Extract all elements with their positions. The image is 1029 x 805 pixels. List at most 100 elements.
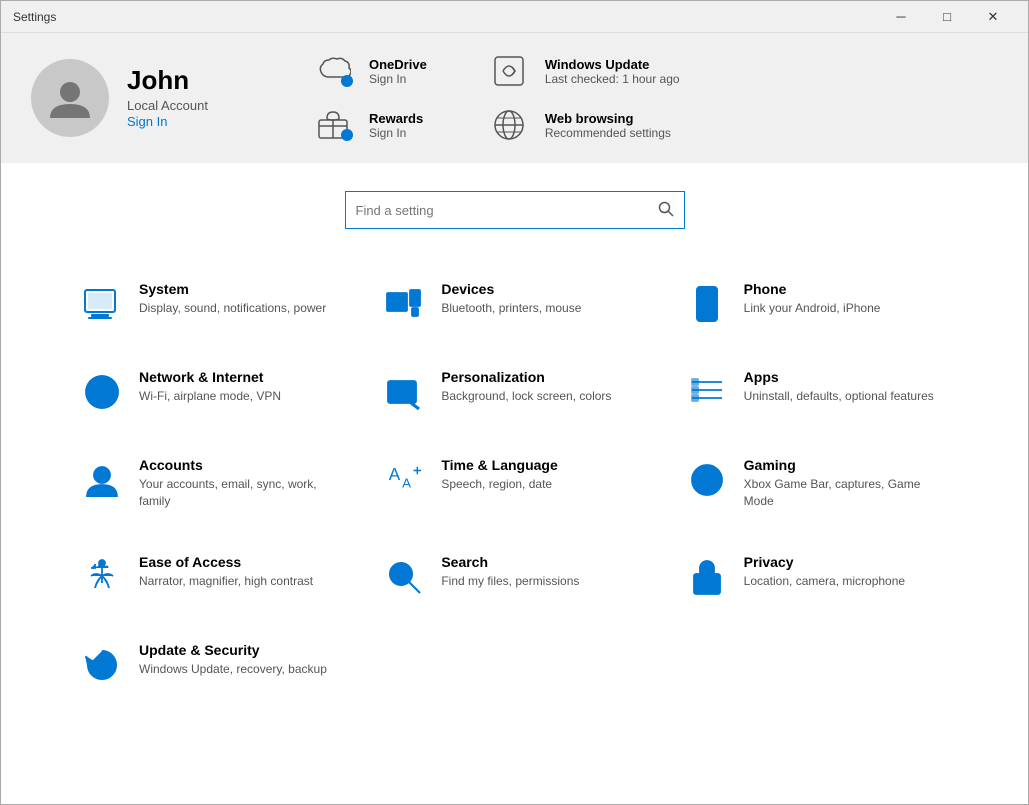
ease-icon xyxy=(81,556,123,598)
svg-text:A: A xyxy=(402,476,411,491)
gaming-icon xyxy=(686,459,728,501)
service-group-right: Windows Update Last checked: 1 hour ago xyxy=(487,53,680,143)
devices-text: Devices Bluetooth, printers, mouse xyxy=(441,281,581,317)
settings-grid: System Display, sound, notifications, po… xyxy=(1,249,1028,718)
close-button[interactable]: ✕ xyxy=(970,1,1016,33)
system-icon xyxy=(81,283,123,325)
user-section: John Local Account Sign In xyxy=(31,59,261,137)
search-settings-title: Search xyxy=(441,554,579,570)
avatar xyxy=(31,59,109,137)
onedrive-dot xyxy=(341,75,353,87)
settings-item-gaming[interactable]: Gaming Xbox Game Bar, captures, Game Mod… xyxy=(666,435,968,532)
apps-icon xyxy=(686,371,728,413)
network-title: Network & Internet xyxy=(139,369,281,385)
settings-item-time[interactable]: A A Time & Language Speech, region, date xyxy=(363,435,665,532)
settings-item-apps[interactable]: Apps Uninstall, defaults, optional featu… xyxy=(666,347,968,435)
rewards-text: Rewards Sign In xyxy=(369,111,423,140)
time-icon: A A xyxy=(383,459,425,501)
personalization-desc: Background, lock screen, colors xyxy=(441,388,611,405)
network-desc: Wi-Fi, airplane mode, VPN xyxy=(139,388,281,405)
ease-title: Ease of Access xyxy=(139,554,313,570)
settings-item-personalization[interactable]: Personalization Background, lock screen,… xyxy=(363,347,665,435)
web-browsing-service[interactable]: Web browsing Recommended settings xyxy=(487,107,680,143)
onedrive-service[interactable]: OneDrive Sign In xyxy=(311,53,427,89)
devices-icon xyxy=(383,283,425,325)
rewards-icon-wrap xyxy=(311,107,355,143)
header-section: John Local Account Sign In OneDrive Sign… xyxy=(1,33,1028,163)
maximize-button[interactable]: □ xyxy=(924,1,970,33)
search-icon xyxy=(658,201,674,220)
minimize-button[interactable]: ─ xyxy=(878,1,924,33)
settings-item-accounts[interactable]: Accounts Your accounts, email, sync, wor… xyxy=(61,435,363,532)
rewards-service[interactable]: Rewards Sign In xyxy=(311,107,427,143)
settings-item-network[interactable]: Network & Internet Wi-Fi, airplane mode,… xyxy=(61,347,363,435)
search-settings-text: Search Find my files, permissions xyxy=(441,554,579,590)
windows-update-name: Windows Update xyxy=(545,57,680,72)
windows-update-text: Windows Update Last checked: 1 hour ago xyxy=(545,57,680,86)
settings-item-update[interactable]: Update & Security Windows Update, recove… xyxy=(61,620,363,708)
gaming-title: Gaming xyxy=(744,457,944,473)
apps-desc: Uninstall, defaults, optional features xyxy=(744,388,934,405)
phone-title: Phone xyxy=(744,281,881,297)
onedrive-icon-wrap xyxy=(311,53,355,89)
update-icon xyxy=(81,644,123,686)
search-input[interactable] xyxy=(356,203,658,218)
personalization-title: Personalization xyxy=(441,369,611,385)
personalization-icon xyxy=(383,371,425,413)
privacy-icon xyxy=(686,556,728,598)
search-settings-desc: Find my files, permissions xyxy=(441,573,579,590)
sign-in-link[interactable]: Sign In xyxy=(127,114,167,129)
apps-text: Apps Uninstall, defaults, optional featu… xyxy=(744,369,934,405)
time-text: Time & Language Speech, region, date xyxy=(441,457,557,493)
search-box xyxy=(345,191,685,229)
windows-update-service[interactable]: Windows Update Last checked: 1 hour ago xyxy=(487,53,680,89)
settings-item-phone[interactable]: Phone Link your Android, iPhone xyxy=(666,259,968,347)
privacy-text: Privacy Location, camera, microphone xyxy=(744,554,905,590)
personalization-text: Personalization Background, lock screen,… xyxy=(441,369,611,405)
phone-text: Phone Link your Android, iPhone xyxy=(744,281,881,317)
network-icon xyxy=(81,371,123,413)
web-browsing-name: Web browsing xyxy=(545,111,671,126)
service-group-left: OneDrive Sign In Rewards Sig xyxy=(311,53,427,143)
windows-update-sub: Last checked: 1 hour ago xyxy=(545,72,680,86)
rewards-name: Rewards xyxy=(369,111,423,126)
time-desc: Speech, region, date xyxy=(441,476,557,493)
user-info: John Local Account Sign In xyxy=(127,65,208,131)
apps-title: Apps xyxy=(744,369,934,385)
web-browsing-text: Web browsing Recommended settings xyxy=(545,111,671,140)
app-title: Settings xyxy=(13,10,56,24)
phone-icon xyxy=(686,283,728,325)
privacy-title: Privacy xyxy=(744,554,905,570)
settings-item-search[interactable]: Search Find my files, permissions xyxy=(363,532,665,620)
web-browsing-sub: Recommended settings xyxy=(545,126,671,140)
gaming-desc: Xbox Game Bar, captures, Game Mode xyxy=(744,476,944,510)
gaming-text: Gaming Xbox Game Bar, captures, Game Mod… xyxy=(744,457,944,510)
settings-item-ease[interactable]: Ease of Access Narrator, magnifier, high… xyxy=(61,532,363,620)
windows-update-icon-wrap xyxy=(487,53,531,89)
accounts-icon xyxy=(81,459,123,501)
update-desc: Windows Update, recovery, backup xyxy=(139,661,327,678)
system-text: System Display, sound, notifications, po… xyxy=(139,281,326,317)
svg-text:A: A xyxy=(389,465,401,484)
system-desc: Display, sound, notifications, power xyxy=(139,300,326,317)
header-services: OneDrive Sign In Rewards Sig xyxy=(311,53,998,143)
ease-desc: Narrator, magnifier, high contrast xyxy=(139,573,313,590)
ease-text: Ease of Access Narrator, magnifier, high… xyxy=(139,554,313,590)
accounts-text: Accounts Your accounts, email, sync, wor… xyxy=(139,457,339,510)
accounts-desc: Your accounts, email, sync, work, family xyxy=(139,476,339,510)
settings-item-system[interactable]: System Display, sound, notifications, po… xyxy=(61,259,363,347)
settings-item-privacy[interactable]: Privacy Location, camera, microphone xyxy=(666,532,968,620)
person-icon xyxy=(46,74,94,122)
onedrive-name: OneDrive xyxy=(369,57,427,72)
title-bar: Settings ─ □ ✕ xyxy=(1,1,1028,33)
search-settings-icon xyxy=(383,556,425,598)
time-title: Time & Language xyxy=(441,457,557,473)
windows-update-icon xyxy=(491,53,527,89)
privacy-desc: Location, camera, microphone xyxy=(744,573,905,590)
web-browsing-icon xyxy=(491,107,527,143)
phone-desc: Link your Android, iPhone xyxy=(744,300,881,317)
network-text: Network & Internet Wi-Fi, airplane mode,… xyxy=(139,369,281,405)
settings-item-devices[interactable]: Devices Bluetooth, printers, mouse xyxy=(363,259,665,347)
rewards-dot xyxy=(341,129,353,141)
search-area xyxy=(1,163,1028,249)
